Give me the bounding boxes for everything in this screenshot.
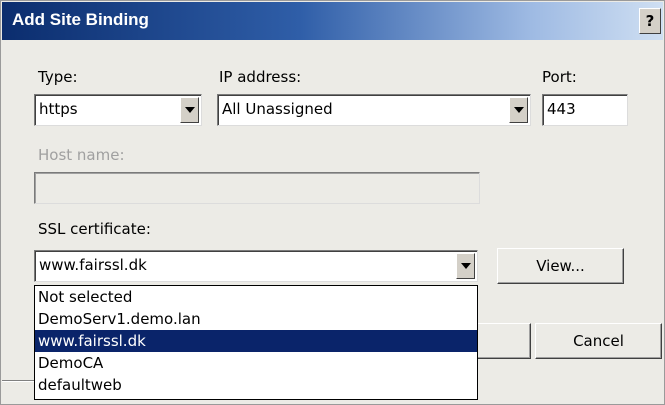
separator-line	[2, 380, 36, 382]
ssl-option-democa[interactable]: DemoCA	[35, 352, 477, 374]
window-title: Add Site Binding	[12, 10, 149, 29]
view-certificate-button[interactable]: View...	[497, 248, 624, 284]
chevron-down-icon	[461, 263, 471, 269]
ssl-option-demoserv1[interactable]: DemoServ1.demo.lan	[35, 308, 477, 330]
type-select[interactable]: https	[34, 94, 202, 126]
port-label: Port:	[542, 68, 577, 86]
ip-address-select[interactable]: All Unassigned	[217, 94, 531, 126]
chevron-down-icon	[185, 107, 195, 113]
type-dropdown-button[interactable]	[180, 97, 199, 123]
type-select-value: https	[39, 100, 78, 118]
title-bar[interactable]: Add Site Binding ?	[2, 2, 663, 40]
ip-address-dropdown-button[interactable]	[509, 97, 528, 123]
host-name-field[interactable]	[34, 172, 480, 204]
ssl-certificate-dropdown-list[interactable]: Not selected DemoServ1.demo.lan www.fair…	[34, 285, 478, 400]
ssl-option-defaultweb[interactable]: defaultweb	[35, 374, 477, 396]
port-field[interactable]: 443	[542, 94, 628, 126]
host-name-label: Host name:	[38, 146, 125, 164]
port-field-value: 443	[547, 100, 576, 118]
ip-address-select-value: All Unassigned	[222, 100, 333, 118]
type-label: Type:	[38, 68, 78, 86]
ssl-certificate-dropdown-button[interactable]	[456, 253, 475, 279]
ip-address-label: IP address:	[219, 68, 302, 86]
ssl-certificate-select[interactable]: www.fairssl.dk	[34, 250, 478, 282]
help-button[interactable]: ?	[639, 8, 661, 34]
ssl-certificate-label: SSL certificate:	[38, 220, 151, 238]
ssl-option-fairssl[interactable]: www.fairssl.dk	[35, 330, 477, 352]
ssl-option-not-selected[interactable]: Not selected	[35, 286, 477, 308]
chevron-down-icon	[514, 107, 524, 113]
add-site-binding-dialog: Add Site Binding ? Type: https IP addres…	[0, 0, 665, 405]
ssl-certificate-select-value: www.fairssl.dk	[39, 256, 147, 274]
cancel-button[interactable]: Cancel	[535, 323, 662, 359]
